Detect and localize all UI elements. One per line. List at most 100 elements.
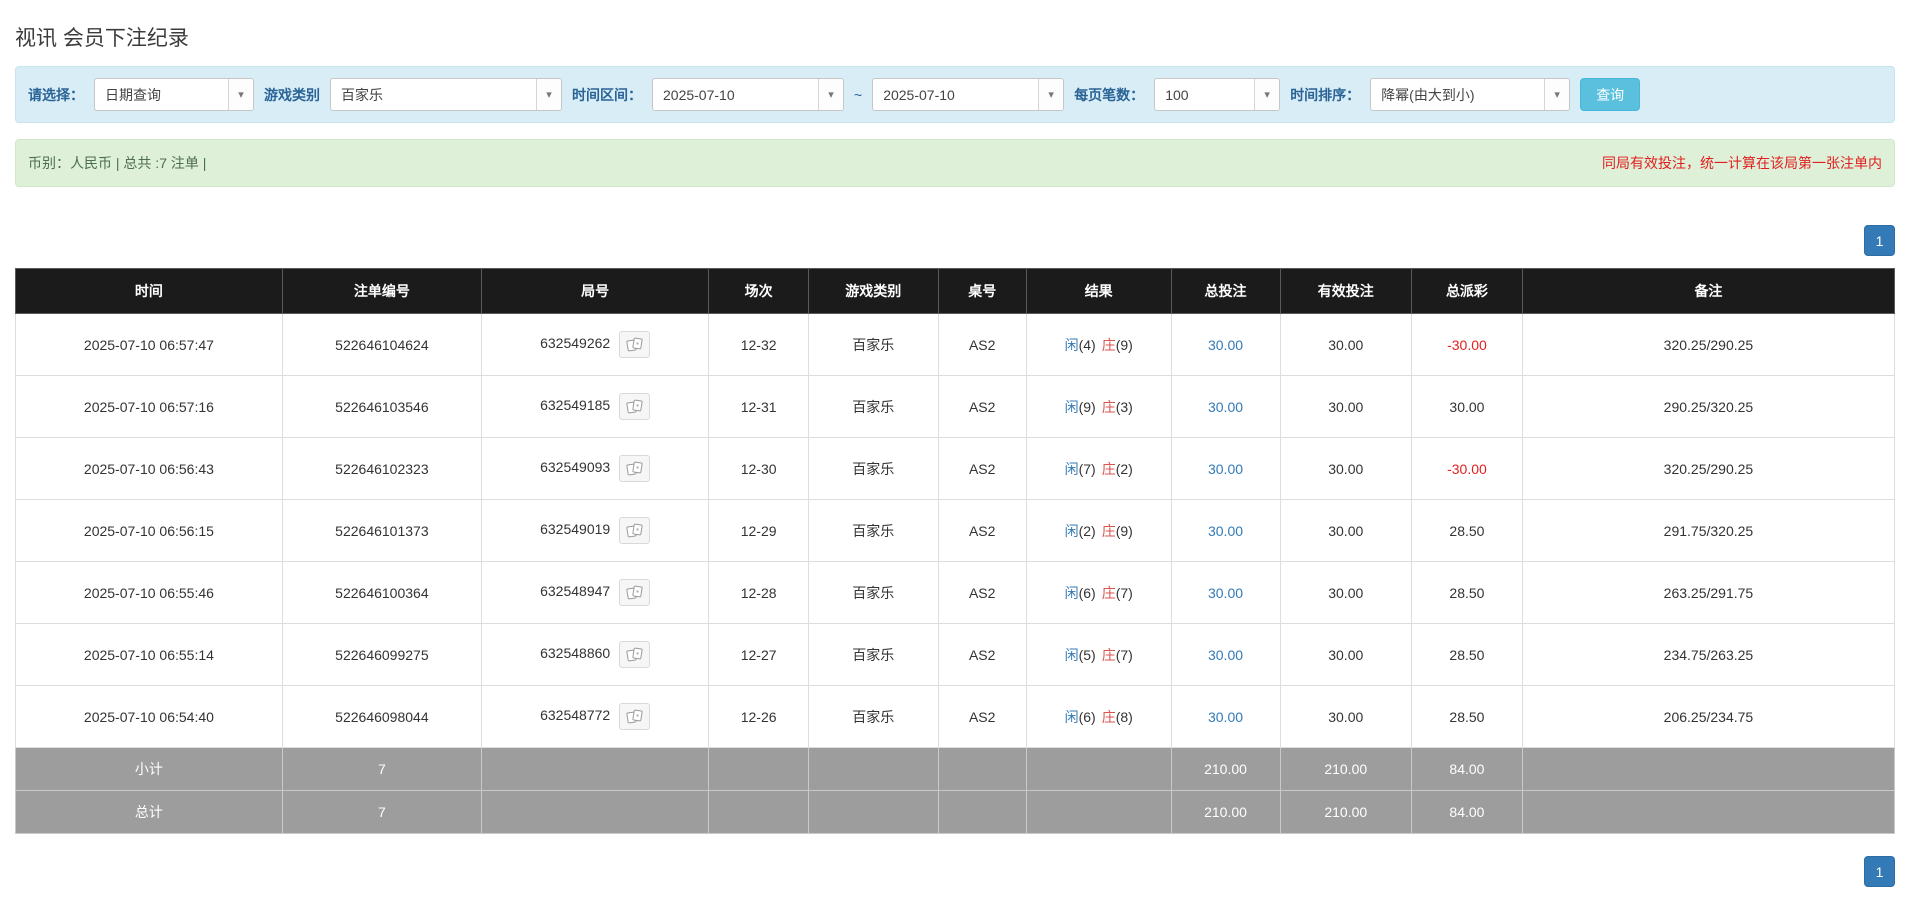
- cell-total-bet: 30.00: [1171, 376, 1280, 438]
- cards-icon: [626, 585, 643, 600]
- cell-bet-id: 522646101373: [282, 500, 481, 562]
- view-cards-button[interactable]: [619, 641, 650, 668]
- table-row: 2025-07-10 06:57:47 522646104624 6325492…: [16, 314, 1895, 376]
- cell-session: 12-30: [709, 438, 809, 500]
- cell-payout: -30.00: [1412, 314, 1523, 376]
- query-type-select[interactable]: 日期查询 ▾: [94, 78, 254, 111]
- cell-table-no: AS2: [938, 376, 1026, 438]
- total-bet-link[interactable]: 30.00: [1208, 647, 1243, 663]
- total-bet-link[interactable]: 30.00: [1208, 585, 1243, 601]
- page-size-select[interactable]: 100 ▾: [1154, 78, 1280, 111]
- view-cards-button[interactable]: [619, 393, 650, 420]
- total-bet-link[interactable]: 30.00: [1208, 523, 1243, 539]
- cell-bet-id: 522646103546: [282, 376, 481, 438]
- view-cards-button[interactable]: [619, 517, 650, 544]
- grand-total-empty-cell: [938, 791, 1026, 834]
- result-banker-score: (7): [1116, 585, 1133, 601]
- page-size-value: 100: [1155, 79, 1254, 110]
- cell-table-no: AS2: [938, 314, 1026, 376]
- filter-bar: 请选择： 日期查询 ▾ 游戏类别 百家乐 ▾ 时间区间： 2025-07-10 …: [15, 66, 1895, 123]
- view-cards-button[interactable]: [619, 579, 650, 606]
- page-button-1[interactable]: 1: [1864, 225, 1895, 256]
- game-type-label: 游戏类别: [264, 85, 320, 105]
- cell-valid-bet: 30.00: [1280, 314, 1412, 376]
- result-player-label: 闲: [1065, 585, 1079, 601]
- cell-table-no: AS2: [938, 686, 1026, 748]
- grand-total-count: 7: [282, 791, 481, 834]
- chevron-down-icon[interactable]: ▾: [818, 79, 843, 110]
- query-type-label: 请选择：: [28, 85, 84, 105]
- grand-total-payout: 84.00: [1412, 791, 1523, 834]
- table-row: 2025-07-10 06:55:46 522646100364 6325489…: [16, 562, 1895, 624]
- chevron-down-icon[interactable]: ▾: [228, 79, 253, 110]
- cell-table-no: AS2: [938, 438, 1026, 500]
- cards-icon: [626, 523, 643, 538]
- cell-note: 320.25/290.25: [1522, 438, 1894, 500]
- sort-order-value: 降幂(由大到小): [1371, 79, 1544, 110]
- total-bet-link[interactable]: 30.00: [1208, 709, 1243, 725]
- col-header-session: 场次: [709, 269, 809, 314]
- view-cards-button[interactable]: [619, 703, 650, 730]
- cell-game-type: 百家乐: [808, 314, 938, 376]
- cell-payout: 28.50: [1412, 500, 1523, 562]
- page-size-label: 每页笔数：: [1074, 85, 1144, 105]
- total-bet-link[interactable]: 30.00: [1208, 399, 1243, 415]
- sort-order-select[interactable]: 降幂(由大到小) ▾: [1370, 78, 1570, 111]
- cell-time: 2025-07-10 06:56:15: [16, 500, 283, 562]
- result-banker-score: (7): [1116, 647, 1133, 663]
- cell-valid-bet: 30.00: [1280, 438, 1412, 500]
- cell-time: 2025-07-10 06:55:14: [16, 624, 283, 686]
- table-row: 2025-07-10 06:55:14 522646099275 6325488…: [16, 624, 1895, 686]
- cell-session: 12-26: [709, 686, 809, 748]
- cell-result: 闲(9)庄(3): [1026, 376, 1171, 438]
- search-button[interactable]: 查询: [1580, 78, 1640, 111]
- cell-bet-id: 522646102323: [282, 438, 481, 500]
- cell-total-bet: 30.00: [1171, 438, 1280, 500]
- game-type-select[interactable]: 百家乐 ▾: [330, 78, 562, 111]
- result-banker-score: (2): [1116, 461, 1133, 477]
- result-banker-score: (8): [1116, 709, 1133, 725]
- total-bet-link[interactable]: 30.00: [1208, 461, 1243, 477]
- round-id-text: 632548947: [540, 583, 610, 599]
- col-header-time: 时间: [16, 269, 283, 314]
- chevron-down-icon[interactable]: ▾: [536, 79, 561, 110]
- result-player-score: (7): [1079, 461, 1096, 477]
- cell-bet-id: 522646098044: [282, 686, 481, 748]
- round-id-text: 632549262: [540, 335, 610, 351]
- chevron-down-icon[interactable]: ▾: [1254, 79, 1279, 110]
- result-player-score: (4): [1079, 337, 1096, 353]
- cell-valid-bet: 30.00: [1280, 686, 1412, 748]
- table-row: 2025-07-10 06:56:15 522646101373 6325490…: [16, 500, 1895, 562]
- subtotal-payout: 84.00: [1412, 748, 1523, 791]
- page-button-1[interactable]: 1: [1864, 856, 1895, 887]
- date-to-value: 2025-07-10: [873, 79, 1038, 110]
- cell-round-id: 632549019: [481, 500, 708, 562]
- date-to-select[interactable]: 2025-07-10 ▾: [872, 78, 1064, 111]
- chevron-down-icon[interactable]: ▾: [1038, 79, 1063, 110]
- view-cards-button[interactable]: [619, 331, 650, 358]
- result-banker-score: (9): [1116, 337, 1133, 353]
- cell-game-type: 百家乐: [808, 500, 938, 562]
- result-player-label: 闲: [1065, 709, 1079, 725]
- cell-result: 闲(4)庄(9): [1026, 314, 1171, 376]
- cell-note: 206.25/234.75: [1522, 686, 1894, 748]
- round-id-text: 632548772: [540, 707, 610, 723]
- cell-time: 2025-07-10 06:57:47: [16, 314, 283, 376]
- table-header-row: 时间 注单编号 局号 场次 游戏类别 桌号 结果 总投注 有效投注 总派彩 备注: [16, 269, 1895, 314]
- grand-total-empty-cell: [1522, 791, 1894, 834]
- date-from-select[interactable]: 2025-07-10 ▾: [652, 78, 844, 111]
- result-banker-label: 庄: [1102, 337, 1116, 353]
- round-id-text: 632549093: [540, 459, 610, 475]
- cell-round-id: 632548860: [481, 624, 708, 686]
- col-header-valid-bet: 有效投注: [1280, 269, 1412, 314]
- view-cards-button[interactable]: [619, 455, 650, 482]
- cell-bet-id: 522646100364: [282, 562, 481, 624]
- result-player-score: (5): [1079, 647, 1096, 663]
- cell-result: 闲(2)庄(9): [1026, 500, 1171, 562]
- col-header-bet-id: 注单编号: [282, 269, 481, 314]
- total-bet-link[interactable]: 30.00: [1208, 337, 1243, 353]
- cell-valid-bet: 30.00: [1280, 376, 1412, 438]
- grand-total-empty-cell: [808, 791, 938, 834]
- chevron-down-icon[interactable]: ▾: [1544, 79, 1569, 110]
- date-range-label: 时间区间：: [572, 85, 642, 105]
